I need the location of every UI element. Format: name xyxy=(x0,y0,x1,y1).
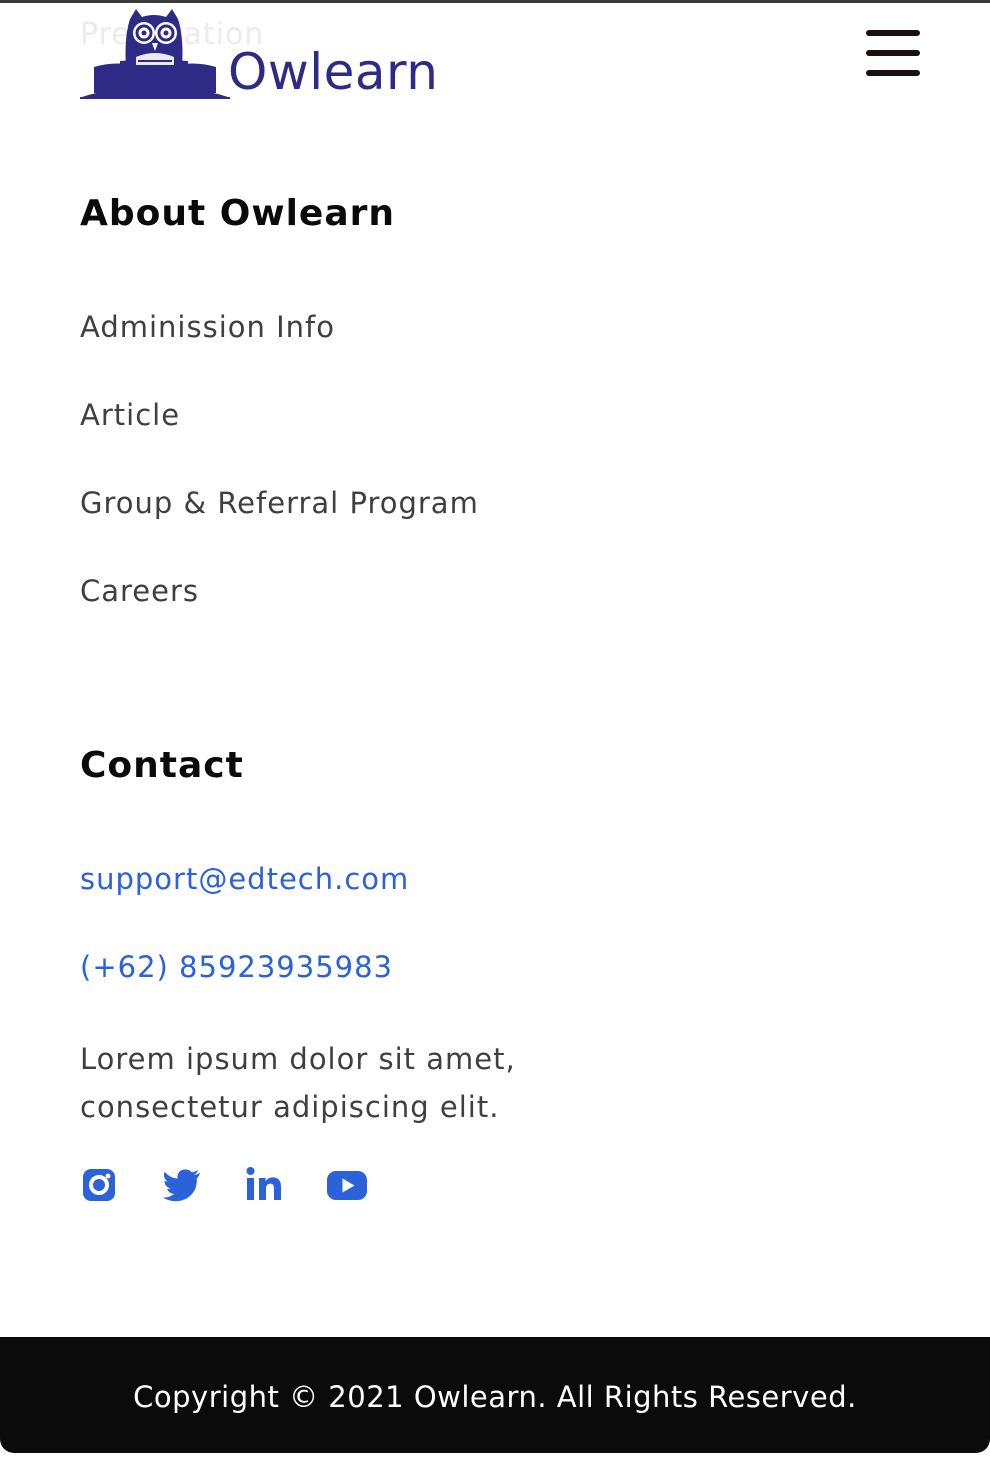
logo[interactable]: Owlearn xyxy=(80,7,438,99)
footer-link-article[interactable]: Article xyxy=(80,401,180,430)
footer-bar: Copyright © 2021 Owlearn. All Rights Res… xyxy=(0,1337,990,1453)
footer-link-group-referral[interactable]: Group & Referral Program xyxy=(80,489,479,518)
logo-text: Owlearn xyxy=(228,43,439,101)
hamburger-menu-button[interactable] xyxy=(866,30,922,78)
linkedin-icon[interactable] xyxy=(244,1163,288,1207)
email-link[interactable]: support@edtech.com xyxy=(80,865,409,894)
footer-link-admission-info[interactable]: Adminission Info xyxy=(80,313,335,342)
footer-link-careers[interactable]: Careers xyxy=(80,577,199,606)
contact-heading: Contact xyxy=(80,745,244,786)
address-line-1: Lorem ipsum dolor sit amet, xyxy=(80,1042,516,1076)
page: Preparation Owlearn A xyxy=(0,0,990,1462)
address-line-2: consectetur adipiscing elit. xyxy=(80,1090,500,1124)
youtube-icon[interactable] xyxy=(326,1163,370,1207)
phone-link[interactable]: (+62) 85923935983 xyxy=(80,953,393,982)
instagram-icon[interactable] xyxy=(80,1163,124,1207)
copyright-text: Copyright © 2021 Owlearn. All Rights Res… xyxy=(133,1380,857,1414)
twitter-icon[interactable] xyxy=(162,1163,206,1207)
owl-book-icon xyxy=(80,9,230,99)
address: Lorem ipsum dolor sit amet, consectetur … xyxy=(80,1035,600,1131)
hamburger-menu-icon xyxy=(866,30,920,36)
about-heading: About Owlearn xyxy=(80,193,396,234)
